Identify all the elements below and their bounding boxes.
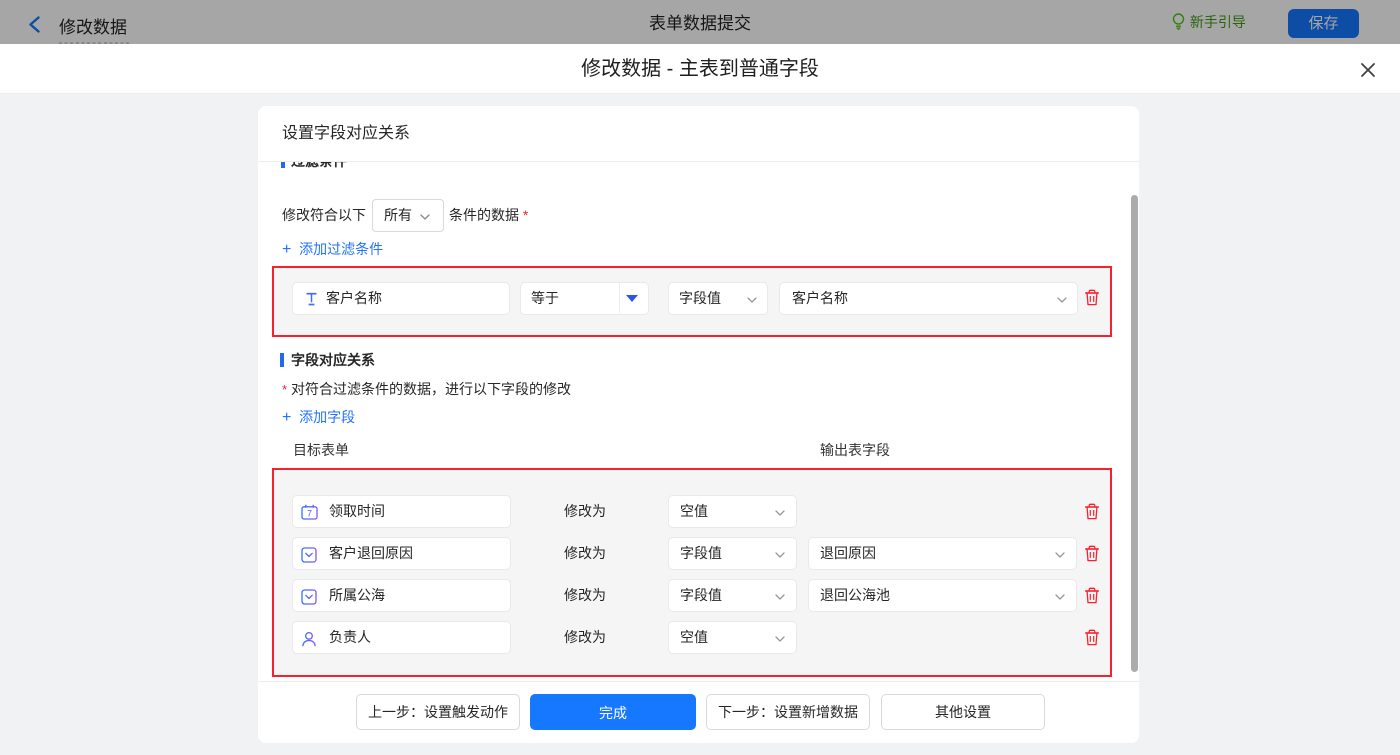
svg-text:7: 7 <box>307 509 312 519</box>
